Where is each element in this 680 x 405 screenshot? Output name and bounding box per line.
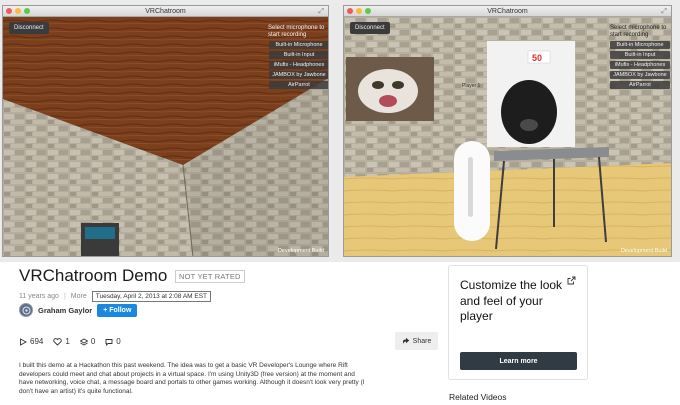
left-mic-option[interactable]: Built-in Input bbox=[269, 51, 328, 59]
video-description: I built this demo at a Hackathon this pa… bbox=[19, 362, 365, 395]
learn-more-button[interactable]: Learn more bbox=[460, 352, 577, 370]
avatar-icon bbox=[22, 306, 30, 314]
zoom-dot-icon bbox=[365, 8, 371, 14]
video-player[interactable]: VRChatroom ⤢ Disconnect Select microphon… bbox=[0, 0, 680, 262]
layers-icon bbox=[79, 337, 88, 346]
dog-sign-number: 50 bbox=[532, 53, 542, 63]
comment-icon bbox=[105, 338, 113, 346]
more-link[interactable]: More bbox=[71, 293, 87, 300]
left-disconnect-button[interactable]: Disconnect bbox=[9, 22, 49, 34]
left-mic-prompt: Select microphone to start recording bbox=[268, 25, 325, 38]
minimize-dot-icon bbox=[356, 8, 362, 14]
zoom-dot-icon bbox=[24, 8, 30, 14]
likes-count: 1 bbox=[65, 337, 70, 346]
author-name[interactable]: Graham Gaylor bbox=[38, 306, 92, 315]
upload-age: 11 years ago bbox=[19, 293, 59, 300]
comments-count: 0 bbox=[116, 337, 121, 346]
share-icon bbox=[402, 337, 409, 344]
fullscreen-icon: ⤢ bbox=[318, 8, 324, 15]
plays-stat: 694 bbox=[19, 337, 43, 346]
rating-badge: NOT YET RATED bbox=[175, 270, 245, 283]
right-window-title: VRChatroom bbox=[487, 8, 528, 15]
right-disconnect-button[interactable]: Disconnect bbox=[350, 22, 390, 34]
right-mic-option[interactable]: Built-in Input bbox=[610, 51, 670, 59]
minimize-dot-icon bbox=[15, 8, 21, 14]
right-app-window: VRChatroom ⤢ Player 1 50 Disconnect Sele… bbox=[343, 5, 672, 257]
window-controls bbox=[347, 8, 371, 14]
share-label: Share bbox=[412, 337, 432, 345]
right-mic-option[interactable]: Built-in Microphone bbox=[610, 41, 670, 49]
left-build-label: Development Build bbox=[277, 248, 324, 254]
likes-stat[interactable]: 1 bbox=[53, 337, 70, 346]
video-meta: 11 years ago | More Tuesday, April 2, 20… bbox=[19, 291, 212, 302]
close-dot-icon bbox=[6, 8, 12, 14]
video-stats: 694 1 0 0 bbox=[19, 337, 121, 346]
close-dot-icon bbox=[347, 8, 353, 14]
meta-separator: | bbox=[63, 293, 66, 300]
heart-icon bbox=[53, 337, 63, 346]
left-mic-option[interactable]: Built-in Microphone bbox=[269, 41, 328, 49]
right-mic-option[interactable]: JAMBOX by Jawbone bbox=[610, 71, 670, 79]
left-mic-option[interactable]: iMufis - Headphones bbox=[269, 61, 328, 69]
right-build-label: Development Build bbox=[620, 248, 667, 254]
right-mic-list: Built-in Microphone Built-in Input iMufi… bbox=[610, 41, 670, 89]
left-mic-list: Built-in Microphone Built-in Input iMufi… bbox=[269, 41, 328, 89]
card-title: Customize the look and feel of your play… bbox=[460, 278, 563, 323]
right-mic-prompt: Select microphone to start recording bbox=[610, 25, 667, 38]
external-link-icon[interactable] bbox=[567, 276, 576, 285]
right-mic-option[interactable]: AirParrot bbox=[610, 81, 670, 89]
author-row: Graham Gaylor + Follow bbox=[19, 303, 138, 317]
left-mic-option[interactable]: JAMBOX by Jawbone bbox=[269, 71, 328, 79]
window-controls bbox=[6, 8, 30, 14]
right-window-titlebar: VRChatroom ⤢ bbox=[344, 6, 671, 17]
collections-count: 0 bbox=[90, 337, 96, 346]
right-mic-option[interactable]: iMufis - Headphones bbox=[610, 61, 670, 69]
comments-stat[interactable]: 0 bbox=[105, 337, 121, 346]
player-name-label: Player 1 bbox=[462, 83, 481, 89]
collections-stat[interactable]: 0 bbox=[79, 337, 96, 346]
left-window-titlebar: VRChatroom ⤢ bbox=[3, 6, 328, 17]
avatar[interactable] bbox=[19, 303, 33, 317]
customize-player-card: Customize the look and feel of your play… bbox=[448, 265, 588, 380]
play-icon bbox=[20, 337, 27, 346]
date-tooltip: Tuesday, April 2, 2013 at 2:08 AM EST bbox=[91, 291, 212, 302]
share-button[interactable]: Share bbox=[395, 332, 438, 350]
plays-count: 694 bbox=[30, 337, 44, 346]
follow-button[interactable]: + Follow bbox=[97, 303, 138, 317]
page: VRChatroom ⤢ Disconnect Select microphon… bbox=[0, 0, 680, 405]
left-mic-option[interactable]: AirParrot bbox=[269, 81, 328, 89]
video-title: VRChatroom Demo bbox=[19, 266, 168, 285]
fullscreen-icon: ⤢ bbox=[661, 8, 667, 15]
left-window-title: VRChatroom bbox=[145, 8, 186, 15]
left-app-window: VRChatroom ⤢ Disconnect Select microphon… bbox=[2, 5, 329, 257]
related-videos-heading: Related Videos bbox=[449, 392, 507, 402]
